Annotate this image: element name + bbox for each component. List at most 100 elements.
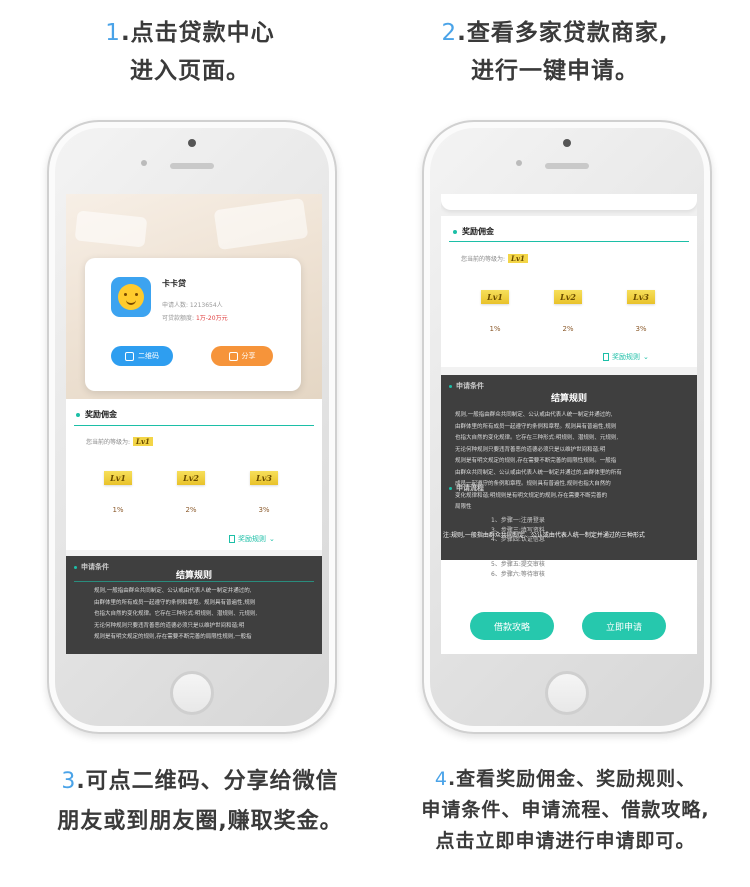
overlay-line: 也指大自然的变化规律。它存在三种形式:明规则、潜规则、元规则, [455,435,619,441]
overlay-title: 结算规则 [550,394,587,404]
share-button[interactable]: 分享 [211,346,273,366]
bullet-icon [449,384,452,388]
process-step: 1、步骤一:注册登录 [491,517,545,524]
caption-text: 点击立即申请进行申请即可。 [435,830,696,852]
section-title-text: 奖励佣金 [85,410,117,419]
earpiece-speaker [545,163,589,169]
steps-tail: 5、步骤五:提交审核 6、步骤六:等待审核 [441,560,697,599]
home-button[interactable] [170,671,214,715]
front-camera [188,139,196,147]
process-step: 3、步骤三:填写资料 [491,526,545,534]
caption-text: .查看多家贷款商家, [457,20,669,46]
share-icon [228,351,238,361]
process-step: 5、步骤五:提交审核 [491,561,545,568]
loan-product-card-bottom [441,194,697,210]
home-button[interactable] [545,671,589,715]
level-badge-lv3: Lv3 [250,471,278,485]
level-percent: 3% [258,506,270,514]
overlay-line: 局限性 [455,504,472,510]
level-badge-lv3: Lv3 [627,290,655,304]
level-badge-lv1: Lv1 [481,290,509,304]
process-steps: 1、步骤一:注册登录 3、步骤三:填写资料 4、步骤四:认证信息 [491,516,545,545]
document-icon [603,353,609,361]
reward-rules-link[interactable]: 奖励规则 ⌄ [229,534,275,544]
proximity-sensor [516,160,522,166]
divider [74,425,314,426]
phone-mockup-left: 卡卡贷 申请人数: 1213654人 可贷款额度: 1万-20万元 二维码 分享… [47,120,337,734]
settlement-rules-overlay: 申请条件 结算规则 规则,一般指由群众共同制定、公认或由代表人统一制定并通过的,… [441,375,697,560]
process-steps-continued: 5、步骤五:提交审核 6、步骤六:等待审核 [491,560,545,579]
level-badge-lv2: Lv2 [554,290,582,304]
reward-rules-label: 奖励规则 [238,535,266,543]
apply-now-button[interactable]: 立即申请 [582,612,666,640]
caption-step-4: 4.查看奖励佣金、奖励规则、 申请条件、申请流程、借款攻略, 点击立即申请进行申… [388,764,743,857]
app-name: 卡卡贷 [162,279,186,288]
caption-text: .查看奖励佣金、奖励规则、 [447,768,697,790]
loan-amount: 可贷款额度: 1万-20万元 [162,313,228,322]
phone-screen: 奖励佣金 您当前的等级为: Lv1 Lv1 Lv2 Lv3 1% 2% 3% 奖励… [441,194,697,654]
front-camera [563,139,571,147]
earpiece-speaker [170,163,214,169]
caption-text: .点击贷款中心 [120,20,275,46]
section-title-text: 申请流程 [456,484,484,492]
document-icon [229,535,235,543]
caption-step-2: 2.查看多家贷款商家, 进行一键申请。 [395,14,715,90]
level-percent: 1% [112,506,124,514]
overlay-line: 由群体里的所有成员一起遵守的条例和章程。规则具有普遍性,规则 [455,423,617,430]
current-level: 您当前的等级为: Lv1 [86,437,153,446]
caption-number: 2 [441,20,458,46]
level-badge-lv1: Lv1 [104,471,132,485]
reward-rules-label: 奖励规则 [612,353,640,361]
overlay-line: 规则,一般指由群众共同制定、公认或由代表人统一制定并通过的, [94,588,252,594]
conditions-section-title: 申请条件 [449,381,484,391]
overlay-line: 无论何种规则只要违背善恶的道德必须只是以维护世间和谐;明 [94,622,245,629]
divider [449,241,689,242]
overlay-line: 由群体里的所有成员一起遵守的条例和章程。规则具有普遍性,规则 [94,599,256,606]
caption-number: 3 [61,769,77,794]
process-step: 4、步骤四:认证信息 [491,536,545,543]
qr-code-icon [125,351,134,361]
section-gap [441,367,697,375]
current-level: 您当前的等级为: Lv1 [461,254,528,263]
loan-strategy-button[interactable]: 借款攻略 [470,612,554,640]
phone-screen: 卡卡贷 申请人数: 1213654人 可贷款额度: 1万-20万元 二维码 分享… [66,194,322,654]
level-percent: 1% [489,325,501,333]
overlay-body: 规则,一般指由群众共同制定、公认或由代表人统一制定并通过的, 由群体里的所有成员… [94,586,318,644]
share-label: 分享 [241,352,256,360]
reward-rules-link[interactable]: 奖励规则 ⌄ [603,352,649,362]
level-percent: 3% [635,325,647,333]
caption-text: 申请条件、申请流程、借款攻略, [421,799,710,821]
settlement-rules-overlay: 申请条件 结算规则 规则,一般指由群众共同制定、公认或由代表人统一制定并通过的,… [66,556,322,654]
bottom-action-bar: 借款攻略 立即申请 [441,599,697,654]
app-logo [111,277,151,317]
divider [74,581,314,582]
process-section-title: 申请流程 [449,483,484,493]
caption-number: 4 [434,768,448,790]
process-step: 6、步骤六:等待审核 [491,570,545,578]
overlay-line: 无论何种规则只要违背善恶的道德必须只是以维护世间和谐;明 [455,446,606,453]
level-percent: 2% [562,325,574,333]
overlay-line: 成员一起遵守的条例和章程。规则具有普遍性,规则也指大自然的 [455,481,611,487]
applicant-count: 申请人数: 1213654人 [162,302,223,309]
hero-laptop-decor [213,197,309,251]
overlay-summary: 注:规则,一般指由群众共同制定、公认或由代表人统一制定并通过的三种形式 [443,532,645,539]
section-title-text: 申请条件 [456,382,484,390]
caption-text: .可点二维码、分享给微信 [76,769,339,794]
caption-text: 进行一键申请。 [471,58,639,84]
qr-code-button[interactable]: 二维码 [111,346,173,366]
caption-text: 进入页面。 [130,58,250,84]
bullet-icon [449,486,452,490]
overlay-line: 规则,一般指由群众共同制定、公认或由代表人统一制定并通过的, [455,412,613,418]
phone-mockup-right: 奖励佣金 您当前的等级为: Lv1 Lv1 Lv2 Lv3 1% 2% 3% 奖励… [422,120,712,734]
level-percent: 2% [185,506,197,514]
chevron-down-icon: ⌄ [643,353,649,361]
caption-step-1: 1.点击贷款中心 进入页面。 [40,14,340,90]
overlay-body: 规则,一般指由群众共同制定、公认或由代表人统一制定并通过的, 由群体里的所有成员… [455,410,691,514]
loan-amount-value: 1万-20万元 [195,315,228,322]
overlay-line: 由群众共同制定、公认或由代表人统一制定并通过的,由群体里的所有 [455,469,622,476]
section-title-text: 奖励佣金 [462,227,494,236]
overlay-line: 变化规律和谐;明规则是有明文规定的规则,存在需要不断完善的 [455,492,608,499]
overlay-line: 规则是有明文规定的规则,存在需要不断完善的局限性规则,一般指 [94,634,252,640]
qr-code-label: 二维码 [138,352,159,360]
current-level-badge: Lv1 [133,437,153,446]
